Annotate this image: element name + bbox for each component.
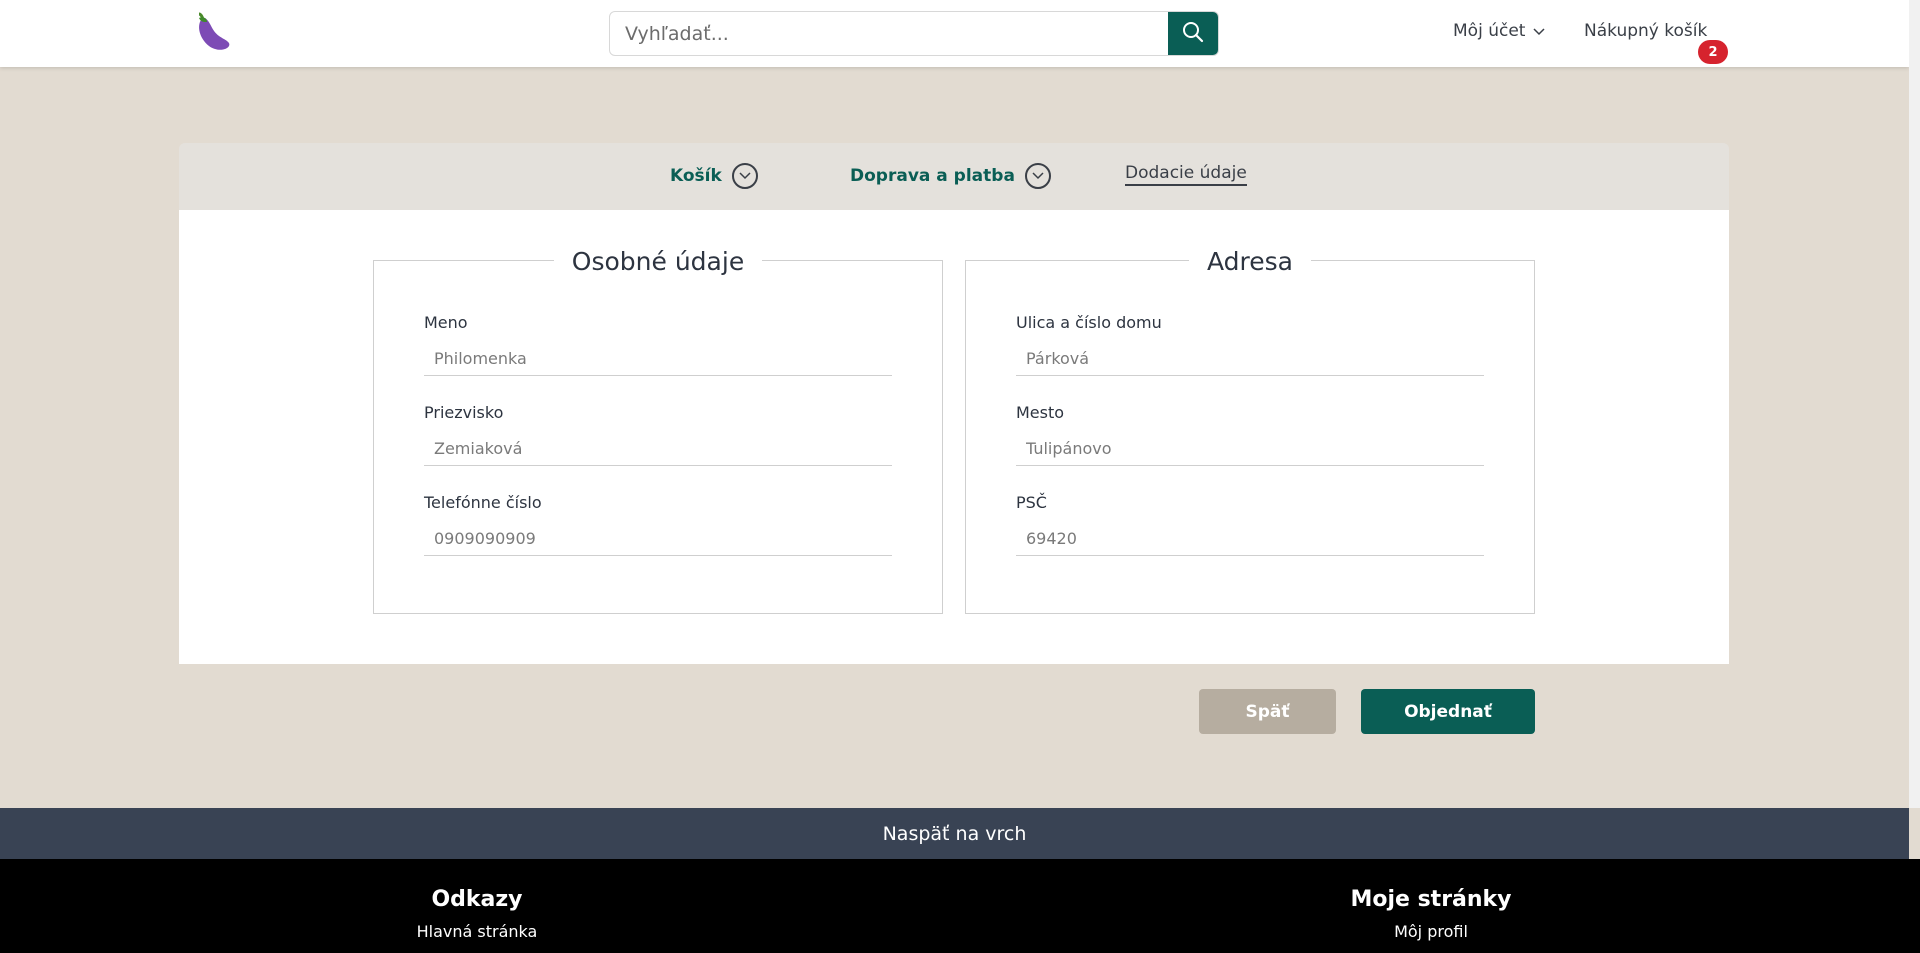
checkout-steps: Košík Doprava a platba Dodacie údaje <box>179 143 1729 210</box>
address-fieldset: Adresa Ulica a číslo domu Mesto PSČ <box>965 247 1535 614</box>
postal-code-label: PSČ <box>1016 493 1047 512</box>
postal-code-input[interactable] <box>1016 522 1484 556</box>
eggplant-icon[interactable] <box>191 10 235 54</box>
step-shipping-payment[interactable]: Doprava a platba <box>850 163 1051 189</box>
step-cart[interactable]: Košík <box>670 163 758 189</box>
back-button[interactable]: Späť <box>1199 689 1336 734</box>
phone-input[interactable] <box>424 522 892 556</box>
footer-links-column: Odkazy Hlavná stránka <box>377 887 577 941</box>
order-button[interactable]: Objednať <box>1361 689 1535 734</box>
back-to-top-button[interactable]: Naspäť na vrch <box>0 808 1909 859</box>
address-title: Adresa <box>1189 247 1311 276</box>
city-input[interactable] <box>1016 432 1484 466</box>
chevron-down-circle-icon <box>731 163 758 189</box>
account-label: Môj účet <box>1453 21 1526 41</box>
chevron-down-icon <box>1533 21 1545 41</box>
last-name-label: Priezvisko <box>424 403 504 422</box>
last-name-input[interactable] <box>424 432 892 466</box>
street-label: Ulica a číslo domu <box>1016 313 1162 332</box>
city-label: Mesto <box>1016 403 1065 422</box>
site-footer: Odkazy Hlavná stránka Moje stránky Môj p… <box>0 859 1920 953</box>
footer-link-profile[interactable]: Môj profil <box>1394 922 1468 941</box>
step-label: Dodacie údaje <box>1125 163 1247 183</box>
search-box <box>609 11 1219 56</box>
footer-my-pages-column: Moje stránky Môj profil <box>1331 887 1531 941</box>
delivery-form-card: Osobné údaje Meno Priezvisko Telefónne č… <box>179 210 1729 664</box>
street-input[interactable] <box>1016 342 1484 376</box>
cart-link[interactable]: Nákupný košík <box>1584 21 1707 41</box>
site-header: Môj účet Nákupný košík 2 <box>0 0 1909 67</box>
step-label: Košík <box>670 166 722 186</box>
footer-link-home[interactable]: Hlavná stránka <box>417 922 538 941</box>
step-delivery-details[interactable]: Dodacie údaje <box>1125 163 1247 186</box>
phone-label: Telefónne číslo <box>424 493 542 512</box>
search-input[interactable] <box>610 12 1170 55</box>
personal-details-fieldset: Osobné údaje Meno Priezvisko Telefónne č… <box>373 247 943 614</box>
first-name-label: Meno <box>424 313 468 332</box>
search-button[interactable] <box>1168 12 1218 55</box>
cart-count-badge: 2 <box>1698 40 1728 64</box>
step-label: Doprava a platba <box>850 166 1015 186</box>
footer-column-title: Odkazy <box>431 887 523 912</box>
personal-details-title: Osobné údaje <box>553 247 763 276</box>
chevron-down-circle-icon <box>1024 163 1051 189</box>
scrollbar[interactable] <box>1909 0 1920 808</box>
account-menu[interactable]: Môj účet <box>1453 21 1545 41</box>
first-name-input[interactable] <box>424 342 892 376</box>
footer-column-title: Moje stránky <box>1350 887 1512 912</box>
search-icon <box>1182 21 1204 47</box>
